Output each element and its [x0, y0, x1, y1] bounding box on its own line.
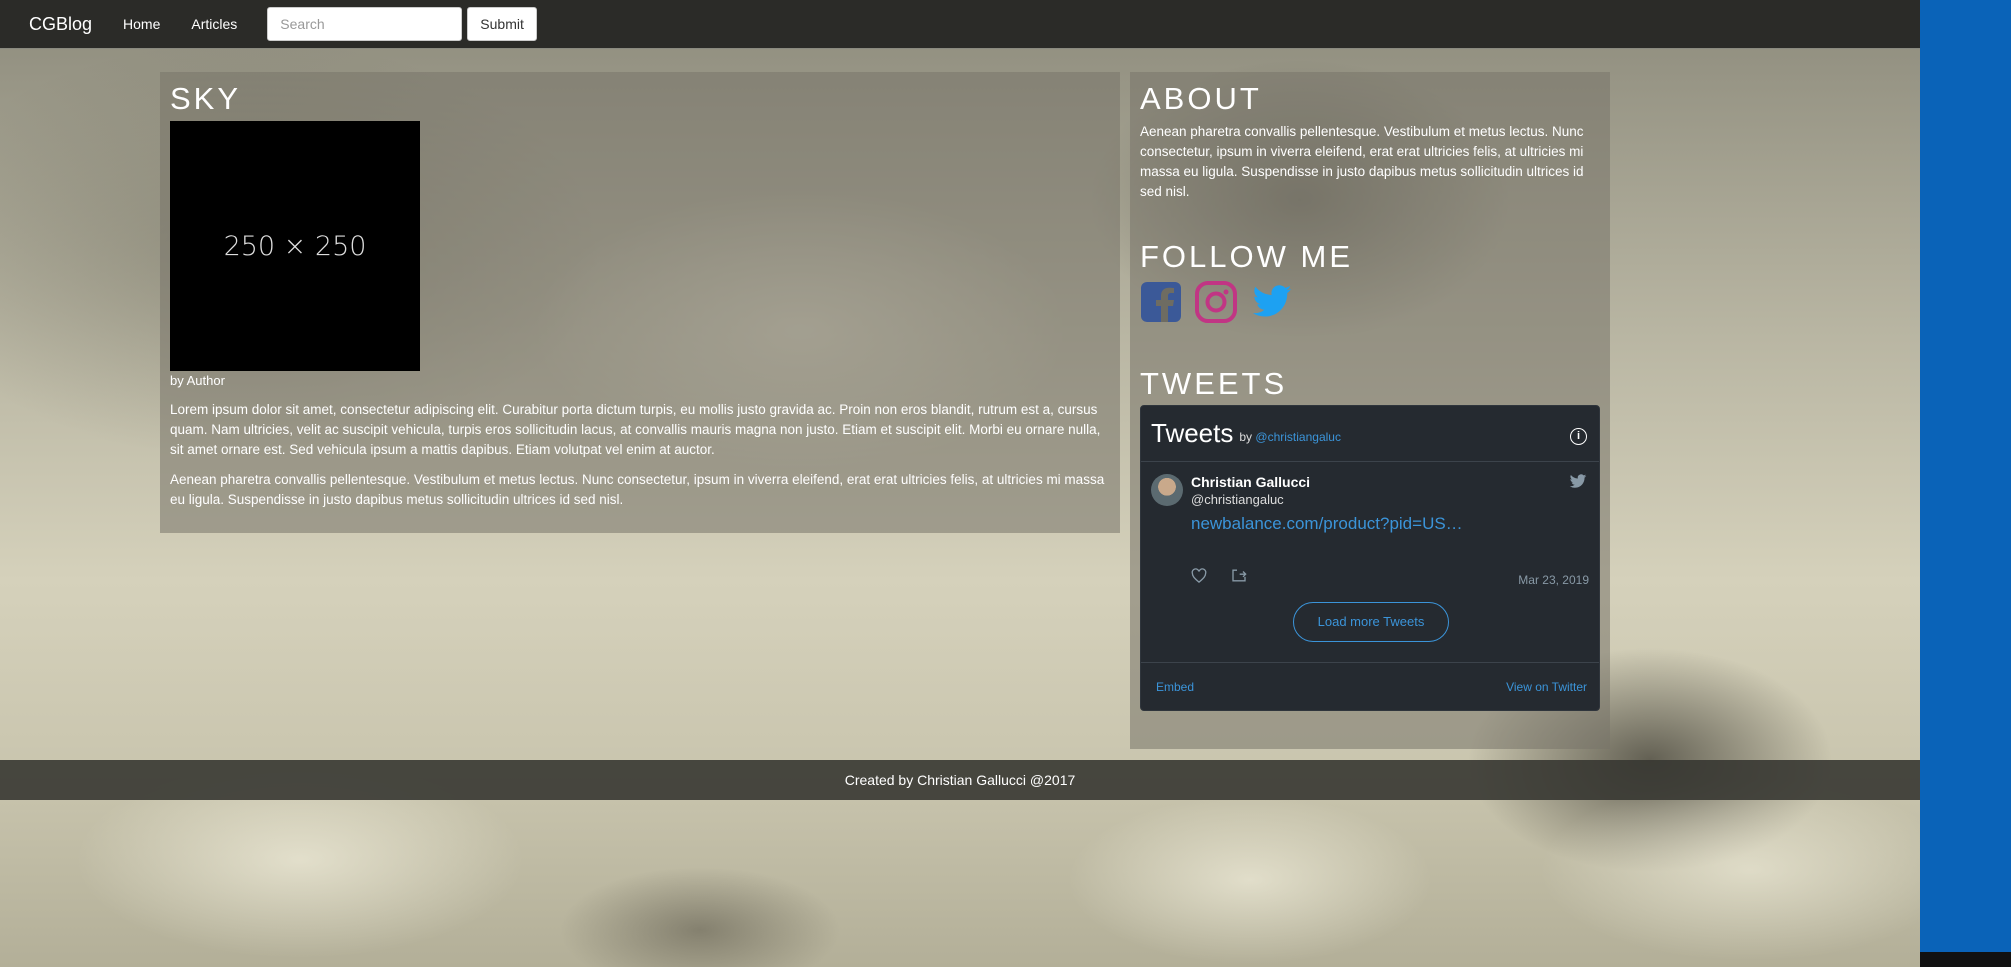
side-panel-bottom-strip — [1920, 952, 2011, 967]
twitter-widget-by: by @christiangaluc — [1239, 430, 1341, 444]
search-input[interactable] — [267, 7, 463, 41]
load-more-tweets-button[interactable]: Load more Tweets — [1293, 601, 1449, 642]
twitter-timeline-widget: Tweets by @christiangaluc i Christian Ga… — [1140, 404, 1600, 711]
side-panel-strip — [1920, 0, 2011, 952]
article-paragraph: Aenean pharetra convallis pellentesque. … — [170, 472, 1105, 508]
about-text: Aenean pharetra convallis pellentesque. … — [1140, 124, 1584, 200]
brand-logo[interactable]: CGBlog — [29, 14, 92, 35]
navbar: CGBlog Home Articles Submit — [0, 0, 1920, 49]
tweets-title: TWEETS — [1140, 366, 1288, 402]
follow-title: FOLLOW ME — [1140, 239, 1354, 275]
article-title: SKY — [170, 81, 242, 116]
tweet-author-username[interactable]: @christiangaluc — [1191, 492, 1284, 507]
tweet-date[interactable]: Mar 23, 2019 — [1518, 573, 1589, 587]
about-title: ABOUT — [1140, 81, 1262, 116]
twitter-widget-header: Tweets by @christiangaluc i — [1141, 406, 1599, 462]
twitter-widget-footer: Embed View on Twitter — [1141, 661, 1599, 710]
article-byline: by Author — [170, 373, 225, 389]
twitter-by-label: by — [1239, 430, 1253, 445]
like-heart-icon[interactable] — [1191, 567, 1207, 588]
footer-credit: Created by Christian Gallucci @2017 — [844, 772, 1076, 788]
info-icon[interactable]: i — [1570, 427, 1587, 445]
avatar[interactable] — [1151, 473, 1183, 506]
twitter-widget-title: Tweets — [1151, 417, 1234, 448]
nav-link-home[interactable]: Home — [123, 16, 160, 32]
share-icon[interactable] — [1231, 568, 1247, 588]
twitter-handle-link[interactable]: @christiangaluc — [1255, 430, 1341, 444]
page-background: CGBlog Home Articles Submit SKY 250 × 25… — [0, 0, 1920, 967]
view-on-twitter-link[interactable]: View on Twitter — [1506, 680, 1587, 694]
tweet-author-name[interactable]: Christian Gallucci — [1191, 474, 1310, 490]
image-placeholder-label: 250 × 250 — [223, 230, 367, 262]
twitter-icon[interactable] — [1250, 281, 1294, 323]
facebook-icon[interactable] — [1140, 281, 1182, 323]
twitter-bird-icon[interactable] — [1569, 473, 1587, 494]
instagram-icon[interactable] — [1194, 281, 1238, 324]
article-paragraph: Lorem ipsum dolor sit amet, consectetur … — [170, 402, 1101, 458]
article-panel: SKY 250 × 250 by Author Lorem ipsum dolo… — [160, 72, 1120, 533]
tweet: Christian Gallucci @christiangaluc newba… — [1141, 462, 1599, 602]
nav-link-articles[interactable]: Articles — [191, 16, 237, 32]
sidebar-panel: ABOUT Aenean pharetra convallis pellente… — [1130, 72, 1610, 749]
embed-link[interactable]: Embed — [1156, 680, 1194, 694]
article-image: 250 × 250 — [170, 121, 420, 372]
social-links — [1140, 281, 1600, 324]
tweet-link[interactable]: newbalance.com/product?pid=US… — [1191, 514, 1463, 534]
submit-button[interactable]: Submit — [467, 7, 537, 41]
footer: Created by Christian Gallucci @2017 — [0, 760, 1920, 800]
